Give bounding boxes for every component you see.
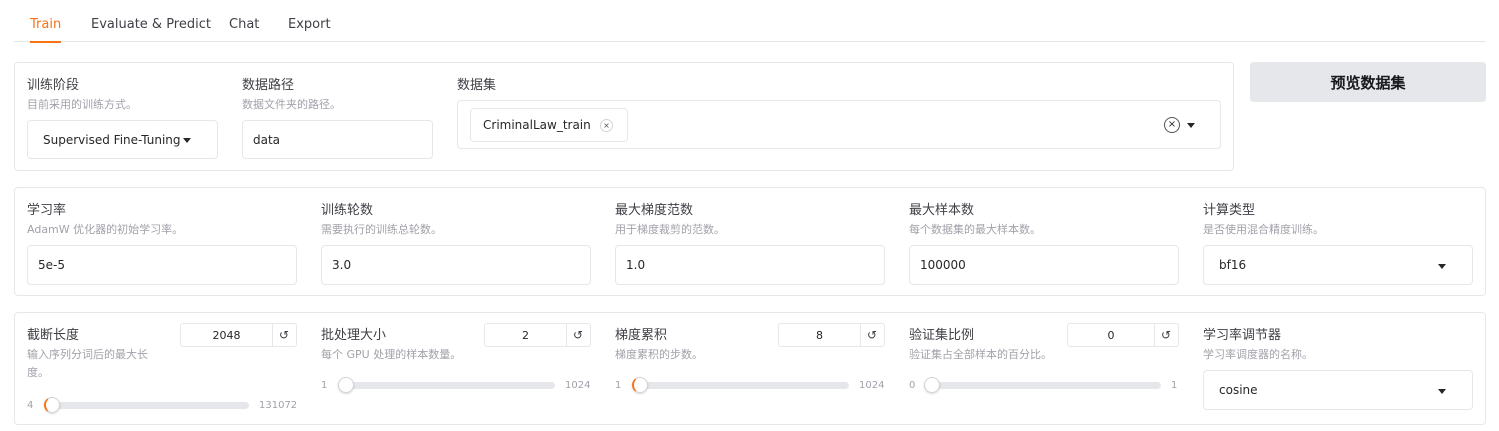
learning-rate-input[interactable]: 5e-5 — [27, 245, 297, 285]
cutoff-len-info: 输入序列分词后的最大长度。 — [27, 348, 148, 379]
stage-info: 目前采用的训练方式。 — [27, 98, 137, 111]
data-path-input[interactable]: data — [242, 120, 433, 159]
grad-accum-info: 梯度累积的步数。 — [615, 348, 703, 361]
cutoff-len-slider-track[interactable] — [44, 402, 249, 409]
cutoff-len-max: 131072 — [259, 400, 298, 411]
cutoff-len-label: 截断长度 — [27, 328, 80, 343]
stage-dropdown[interactable]: Supervised Fine-Tuning — [27, 120, 218, 159]
grad-accum-value[interactable]: 8 — [779, 324, 861, 346]
dataset-chip-label: CriminalLaw_train — [483, 118, 591, 132]
tab-chat[interactable]: Chat — [229, 0, 259, 42]
batch-size-value[interactable]: 2 — [485, 324, 567, 346]
val-size-value[interactable]: 0 — [1068, 324, 1155, 346]
grad-accum-number[interactable]: 8 ↺ — [778, 323, 885, 347]
dataset-chip: CriminalLaw_train × — [470, 108, 628, 142]
batch-size-slider-handle[interactable] — [338, 377, 354, 393]
compute-type-label: 计算类型 — [1203, 203, 1256, 218]
reset-icon[interactable]: ↺ — [860, 324, 884, 346]
reset-icon[interactable]: ↺ — [272, 324, 296, 346]
val-size-max: 1 — [1171, 380, 1178, 391]
grad-accum-label: 梯度累积 — [615, 328, 668, 343]
chevron-down-icon — [183, 138, 191, 143]
lr-scheduler-info: 学习率调度器的名称。 — [1203, 348, 1313, 361]
compute-type-value: bf16 — [1219, 258, 1247, 272]
batch-size-info: 每个 GPU 处理的样本数量。 — [321, 348, 462, 361]
max-grad-norm-info: 用于梯度裁剪的范数。 — [615, 223, 725, 236]
cutoff-len-slider-handle[interactable] — [44, 397, 60, 413]
dataset-multiselect[interactable]: CriminalLaw_train × × — [457, 100, 1221, 149]
grad-accum-slider-track[interactable] — [632, 382, 849, 389]
val-size-slider-handle[interactable] — [924, 377, 940, 393]
tab-bar: Train Evaluate & Predict Chat Export — [14, 0, 1486, 43]
reset-icon[interactable]: ↺ — [566, 324, 590, 346]
reset-icon[interactable]: ↺ — [1154, 324, 1178, 346]
chevron-down-icon — [1438, 389, 1446, 394]
grad-accum-slider-handle[interactable] — [632, 377, 648, 393]
grad-accum-min: 1 — [615, 380, 622, 391]
max-grad-norm-input[interactable]: 1.0 — [615, 245, 885, 285]
val-size-label: 验证集比例 — [909, 328, 975, 343]
lr-scheduler-label: 学习率调节器 — [1203, 328, 1282, 343]
batch-size-min: 1 — [321, 380, 328, 391]
lr-scheduler-dropdown[interactable]: cosine — [1203, 370, 1473, 410]
val-size-info: 验证集占全部样本的百分比。 — [909, 348, 1052, 361]
cutoff-len-min: 4 — [27, 400, 34, 411]
max-samples-input[interactable]: 100000 — [909, 245, 1179, 285]
dataset-label: 数据集 — [457, 78, 497, 93]
epochs-label: 训练轮数 — [321, 203, 374, 218]
epochs-info: 需要执行的训练总轮数。 — [321, 223, 442, 236]
grad-accum-max: 1024 — [859, 380, 885, 391]
batch-size-max: 1024 — [565, 380, 591, 391]
val-size-slider-track[interactable] — [926, 382, 1161, 389]
lr-scheduler-value: cosine — [1219, 383, 1258, 397]
epochs-value: 3.0 — [332, 258, 352, 272]
compute-type-dropdown[interactable]: bf16 — [1203, 245, 1473, 285]
data-path-label: 数据路径 — [242, 78, 295, 93]
data-path-info: 数据文件夹的路径。 — [242, 98, 341, 111]
learning-rate-value: 5e-5 — [38, 258, 65, 272]
max-samples-value: 100000 — [920, 258, 966, 272]
stage-value: Supervised Fine-Tuning — [43, 132, 181, 147]
cutoff-len-value[interactable]: 2048 — [181, 324, 273, 346]
learning-rate-label: 学习率 — [27, 203, 67, 218]
batch-size-slider-track[interactable] — [338, 382, 555, 389]
val-size-min: 0 — [909, 380, 916, 391]
stage-label: 训练阶段 — [27, 78, 80, 93]
remove-chip-icon[interactable]: × — [600, 119, 613, 132]
tab-evaluate-predict[interactable]: Evaluate & Predict — [91, 0, 211, 42]
tab-export[interactable]: Export — [288, 0, 331, 42]
max-grad-norm-value: 1.0 — [626, 258, 646, 272]
epochs-input[interactable]: 3.0 — [321, 245, 591, 285]
chevron-down-icon — [1438, 264, 1446, 269]
max-samples-info: 每个数据集的最大样本数。 — [909, 223, 1041, 236]
clear-icon[interactable]: × — [1164, 117, 1180, 133]
max-samples-label: 最大样本数 — [909, 203, 975, 218]
batch-size-label: 批处理大小 — [321, 328, 387, 343]
batch-size-number[interactable]: 2 ↺ — [484, 323, 591, 347]
learning-rate-info: AdamW 优化器的初始学习率。 — [27, 223, 184, 236]
val-size-number[interactable]: 0 ↺ — [1067, 323, 1179, 347]
preview-dataset-button[interactable]: 预览数据集 — [1250, 62, 1486, 102]
tab-train[interactable]: Train — [30, 0, 62, 43]
cutoff-len-number[interactable]: 2048 ↺ — [180, 323, 297, 347]
data-path-value: data — [253, 132, 281, 147]
max-grad-norm-label: 最大梯度范数 — [615, 203, 694, 218]
chevron-down-icon[interactable] — [1187, 123, 1195, 128]
compute-type-info: 是否使用混合精度训练。 — [1203, 223, 1324, 236]
